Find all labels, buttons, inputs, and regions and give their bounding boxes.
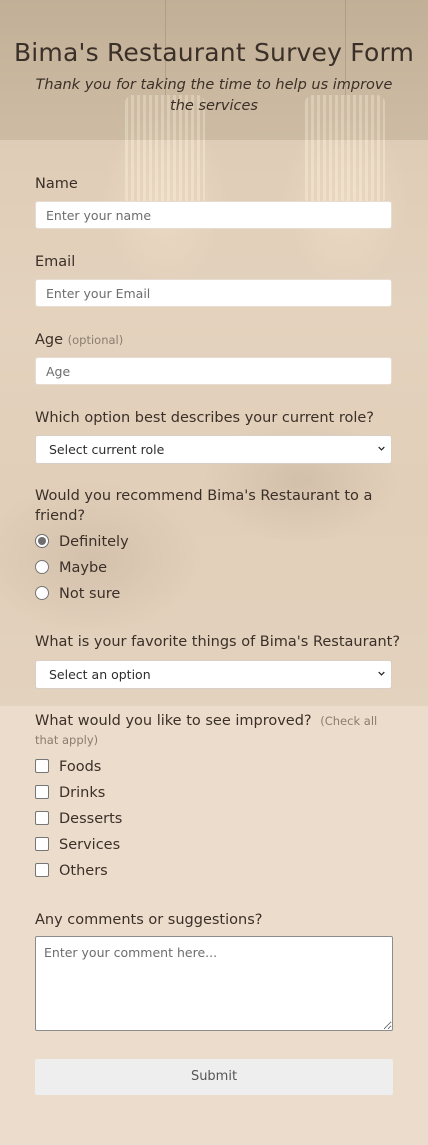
age-input[interactable] (35, 357, 392, 385)
checkbox-label: Others (59, 863, 108, 879)
improve-hint-1: (Check all (320, 714, 378, 728)
improve-label-text: What would you like to see improved? (35, 713, 312, 729)
role-label: Which option best describes your current… (35, 410, 374, 426)
email-input[interactable] (35, 279, 392, 307)
favorite-select[interactable]: Select an option (35, 660, 392, 689)
improve-hint-2: that apply) (35, 733, 99, 747)
role-select[interactable]: Select current role (35, 435, 392, 464)
checkbox[interactable] (35, 837, 49, 851)
checkbox[interactable] (35, 785, 49, 799)
age-label: Age (optional) (35, 330, 123, 350)
checkbox[interactable] (35, 863, 49, 877)
favorite-label: What is your favorite things of Bima's R… (35, 634, 401, 650)
recommend-label-line1: Would you recommend Bima's Restaurant to… (35, 488, 373, 504)
comments-label: Any comments or suggestions? (35, 912, 263, 928)
email-label: Email (35, 254, 76, 270)
survey-form: Bima's Restaurant Survey Form Thank you … (0, 0, 428, 1145)
radio-button[interactable] (35, 560, 49, 574)
radio-option-label: Not sure (59, 586, 121, 602)
name-input[interactable] (35, 201, 392, 229)
checkbox-label: Foods (59, 759, 102, 775)
radio-option-label: Definitely (59, 534, 129, 550)
recommend-label: Would you recommend Bima's Restaurant to… (35, 486, 372, 526)
name-label: Name (35, 176, 78, 192)
page-title: Bima's Restaurant Survey Form (13, 38, 415, 67)
checkbox-label: Drinks (59, 785, 106, 801)
age-optional-hint: (optional) (67, 333, 124, 347)
radio-button[interactable] (35, 586, 49, 600)
recommend-label-line2: friend? (35, 508, 86, 524)
role-select-value: Select current role (49, 442, 165, 457)
checkbox[interactable] (35, 759, 49, 773)
page-subtitle: Thank you for taking the time to help us… (35, 77, 393, 114)
submit-button[interactable]: Submit (35, 1059, 393, 1095)
checkbox-label: Services (59, 837, 121, 853)
comments-textarea[interactable] (35, 936, 393, 1031)
chevron-down-icon (378, 446, 385, 451)
radio-option-label: Maybe (59, 560, 108, 576)
radio-button[interactable] (35, 534, 49, 548)
improve-label: What would you like to see improved? (Ch… (35, 711, 377, 750)
age-label-text: Age (35, 332, 64, 348)
checkbox-label: Desserts (59, 811, 123, 827)
favorite-select-value: Select an option (49, 667, 151, 682)
checkbox[interactable] (35, 811, 49, 825)
chevron-down-icon (378, 671, 385, 676)
